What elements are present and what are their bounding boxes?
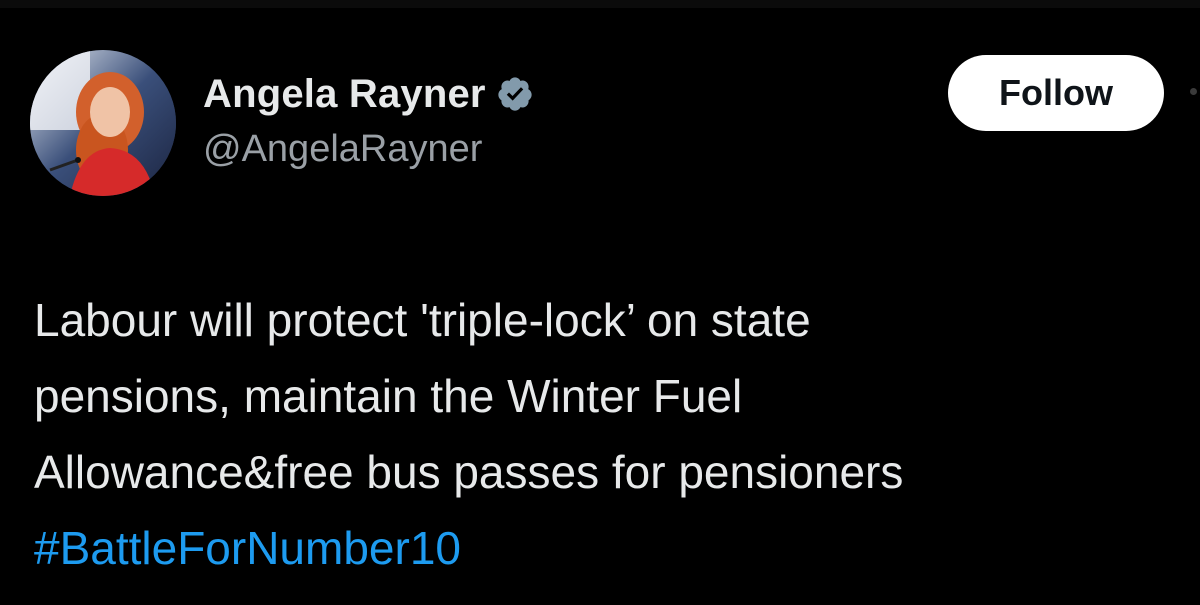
avatar[interactable] [30, 50, 176, 196]
tweet-text-line: Labour will protect 'triple-lock’ on sta… [34, 294, 811, 346]
top-divider [0, 0, 1200, 8]
author-name-row: Angela Rayner [203, 68, 534, 120]
verified-badge-icon [496, 75, 534, 113]
tweet-text-line: pensions, maintain the Winter Fuel [34, 370, 743, 422]
follow-button[interactable]: Follow [948, 55, 1164, 131]
tweet-text-line: Allowance&free bus passes for pensioners [34, 446, 904, 498]
tweet-card: Angela Rayner @AngelaRayner Follow Labou… [0, 0, 1200, 605]
avatar-photo-icon [30, 50, 176, 196]
author-display-name[interactable]: Angela Rayner [203, 72, 486, 117]
tweet-body: Labour will protect 'triple-lock’ on sta… [34, 282, 1184, 586]
more-options-icon[interactable] [1190, 88, 1197, 95]
hashtag-link[interactable]: #BattleForNumber10 [34, 510, 1184, 586]
author-handle[interactable]: @AngelaRayner [203, 128, 482, 171]
